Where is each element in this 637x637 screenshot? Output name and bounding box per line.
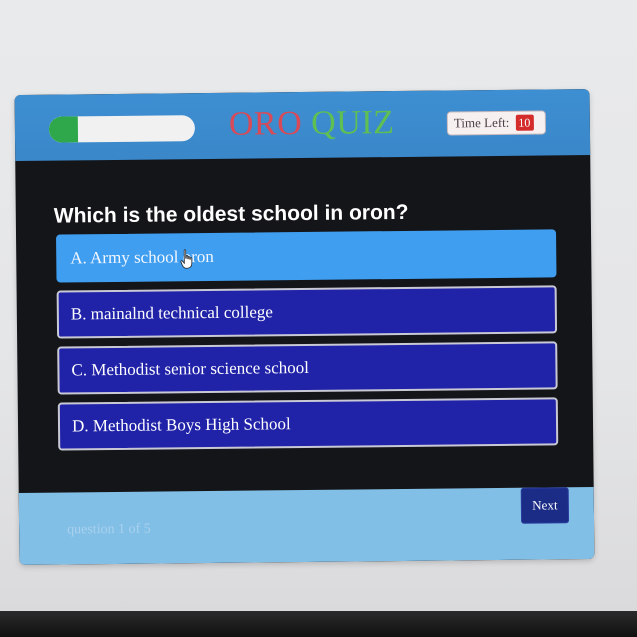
monitor-bezel [0,611,637,637]
progress-fill [48,116,79,143]
option-c-label: C. Methodist senior science school [71,357,310,380]
option-d-label: D. Methodist Boys High School [71,414,291,436]
options-list: A. Army school oron B. mainalnd technica… [56,229,559,458]
next-button[interactable]: Next [520,487,570,524]
timer-box: Time Left: 10 [446,110,546,136]
option-a[interactable]: A. Army school oron [56,229,557,283]
quiz-title: ORO QUIZ [229,104,395,144]
option-d[interactable]: D. Methodist Boys High School [57,397,559,451]
quiz-footer: question 1 of 5 Next [18,486,595,565]
progress-bar [48,115,196,143]
option-b-label: B. mainalnd technical college [70,302,273,324]
quiz-title-part1: ORO [228,104,312,143]
timer-label: Time Left: [453,114,510,131]
question-counter: question 1 of 5 [67,521,151,538]
timer-count: 10 [515,114,534,131]
quiz-title-part2: QUIZ [310,104,395,142]
quiz-header: ORO QUIZ Time Left: 10 [14,89,591,162]
quiz-card: ORO QUIZ Time Left: 10 Which is the olde… [14,89,595,565]
hand-pointer-icon [180,249,193,269]
option-c[interactable]: C. Methodist senior science school [57,341,558,395]
question-text: Which is the oldest school in oron? [53,200,409,228]
option-b[interactable]: B. mainalnd technical college [56,285,558,339]
